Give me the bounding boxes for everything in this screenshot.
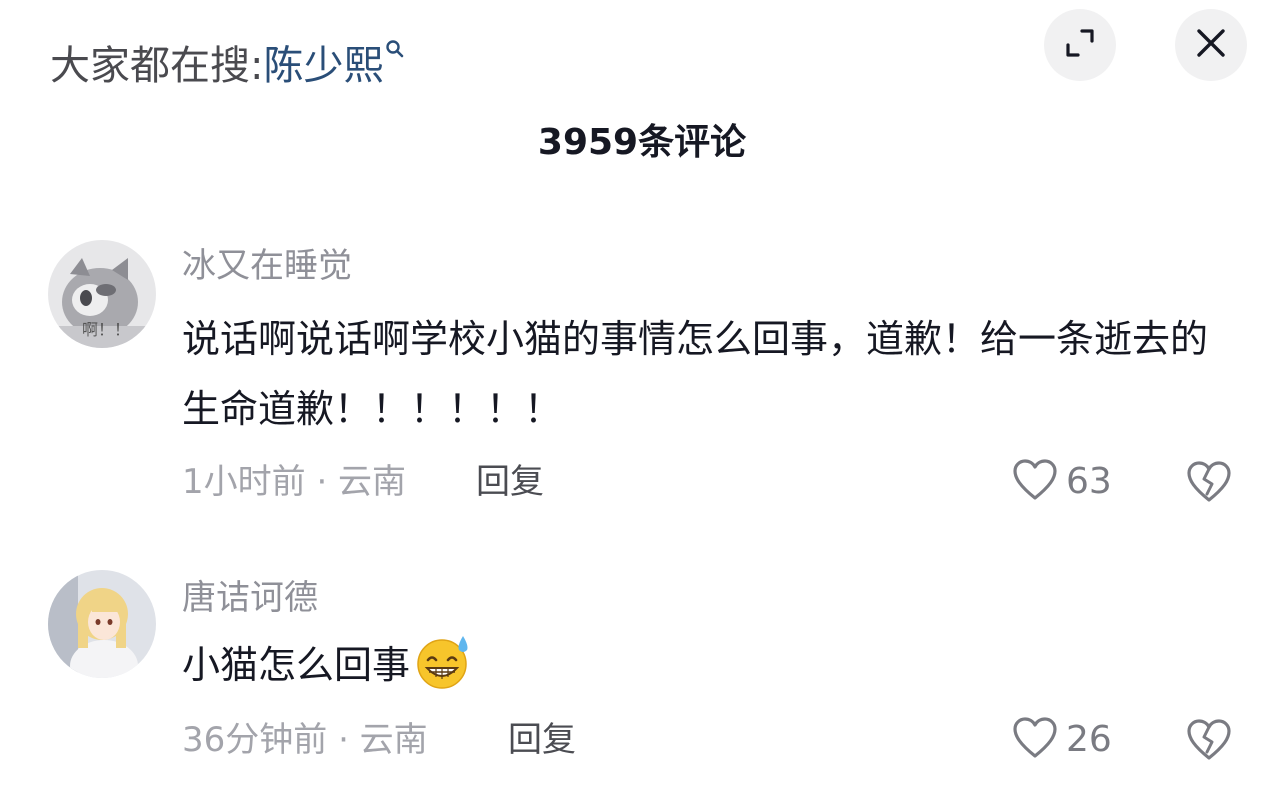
comment-text: 说话啊说话啊学校小猫的事情怎么回事，道歉！给一条逝去的生命道歉！！！！！！ <box>182 317 1209 431</box>
avatar[interactable] <box>48 570 156 678</box>
comment-meta: 36分钟前 · 云南 <box>182 720 428 760</box>
like-button[interactable]: 26 <box>1012 716 1112 764</box>
comment-meta: 1小时前 · 云南 <box>182 462 407 502</box>
broken-heart-icon <box>1186 461 1232 508</box>
search-hint-keyword[interactable]: 陈少熙 <box>263 43 383 89</box>
close-icon <box>1194 26 1228 64</box>
close-button[interactable] <box>1175 9 1247 81</box>
comment-username[interactable]: 冰又在睡觉 <box>182 242 352 290</box>
avatar-caption: 啊！！ <box>82 320 131 339</box>
comment-text-row: 小猫怎么回事 <box>182 630 1212 712</box>
reply-button[interactable]: 回复 <box>476 458 544 506</box>
expand-icon <box>1063 26 1097 64</box>
reply-button[interactable]: 回复 <box>508 716 576 764</box>
search-hint[interactable]: 大家都在搜:陈少熙 <box>50 18 405 94</box>
expand-button[interactable] <box>1044 9 1116 81</box>
heart-icon <box>1012 716 1058 764</box>
comment-count-title: 3959条评论 <box>537 122 747 163</box>
dislike-button[interactable] <box>1186 460 1232 508</box>
comment-text: 小猫怎么回事 <box>182 643 411 687</box>
dislike-button[interactable] <box>1186 718 1232 766</box>
like-count: 63 <box>1066 461 1112 502</box>
grinning-sweat-emoji <box>414 632 472 712</box>
broken-heart-icon <box>1186 719 1232 766</box>
search-icon <box>385 18 405 58</box>
heart-icon <box>1012 458 1058 506</box>
search-hint-prefix: 大家都在搜: <box>50 43 264 89</box>
like-count: 26 <box>1066 719 1112 760</box>
like-button[interactable]: 63 <box>1012 458 1112 506</box>
comment-username[interactable]: 唐诘诃德 <box>182 574 318 622</box>
